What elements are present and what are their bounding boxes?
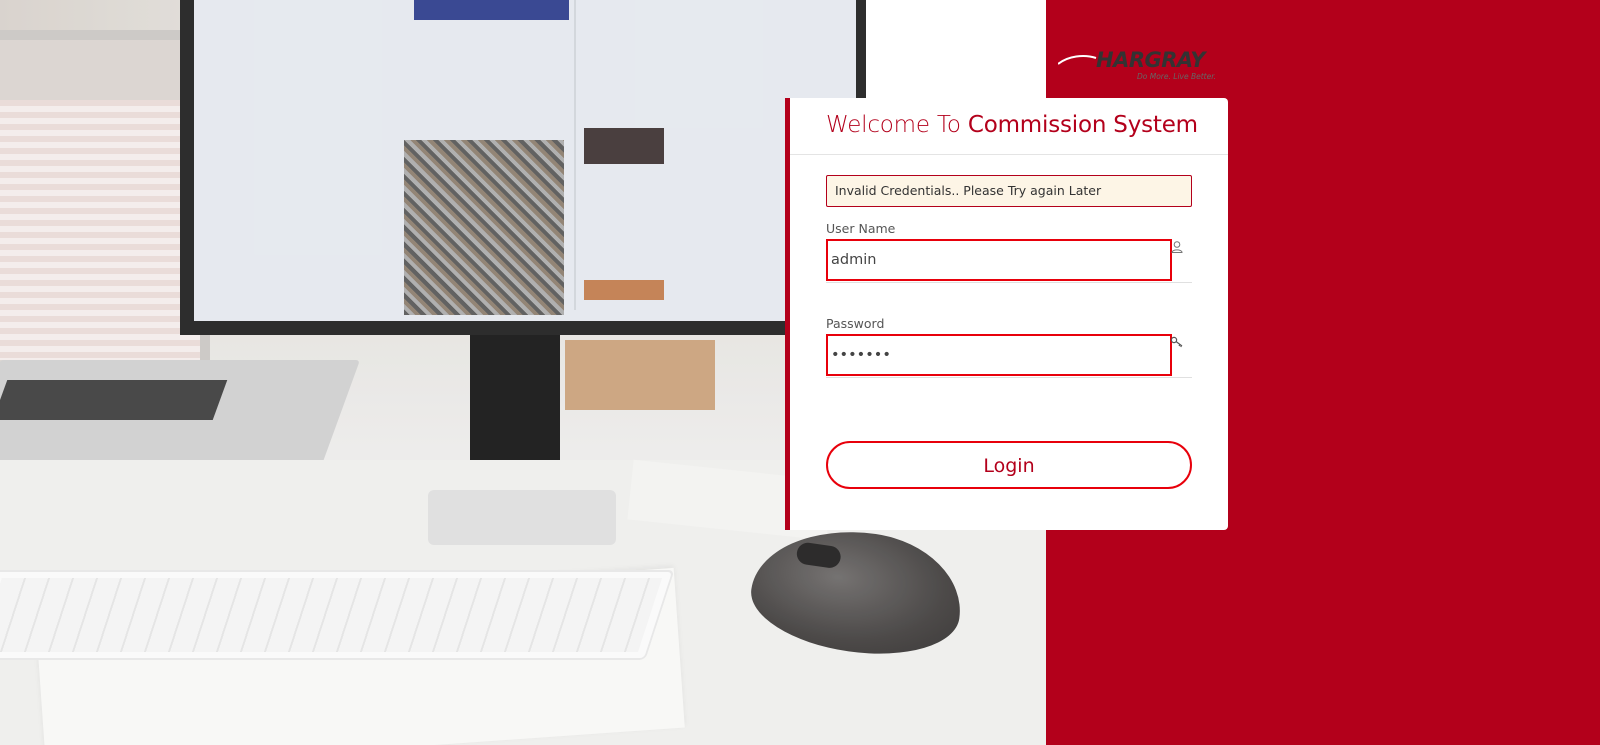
logo-mark-icon (1058, 51, 1097, 71)
password-input[interactable] (826, 334, 1172, 376)
title-main: Commission System (967, 112, 1198, 138)
login-card: Welcome To Commission System Invalid Cre… (785, 98, 1228, 530)
password-label: Password (826, 316, 885, 331)
logo-tagline: Do More. Live Better. (1137, 72, 1217, 81)
password-field-group (826, 334, 1192, 378)
username-input[interactable] (826, 239, 1172, 281)
user-icon (1171, 241, 1183, 253)
username-field-group (826, 239, 1192, 283)
error-alert: Invalid Credentials.. Please Try again L… (826, 175, 1192, 207)
username-label: User Name (826, 221, 896, 236)
title-prefix: Welcome To (826, 112, 961, 138)
header-band (866, 0, 1046, 98)
hargray-logo: HARGRAY Do More. Live Better. (1058, 46, 1228, 86)
username-underline (826, 282, 1192, 283)
page-title: Welcome To Commission System (826, 112, 1198, 138)
login-button[interactable]: Login (826, 441, 1192, 489)
logo-wordmark: HARGRAY (1096, 48, 1205, 72)
key-icon (1170, 336, 1183, 348)
title-divider (790, 154, 1228, 155)
password-underline (826, 377, 1192, 378)
